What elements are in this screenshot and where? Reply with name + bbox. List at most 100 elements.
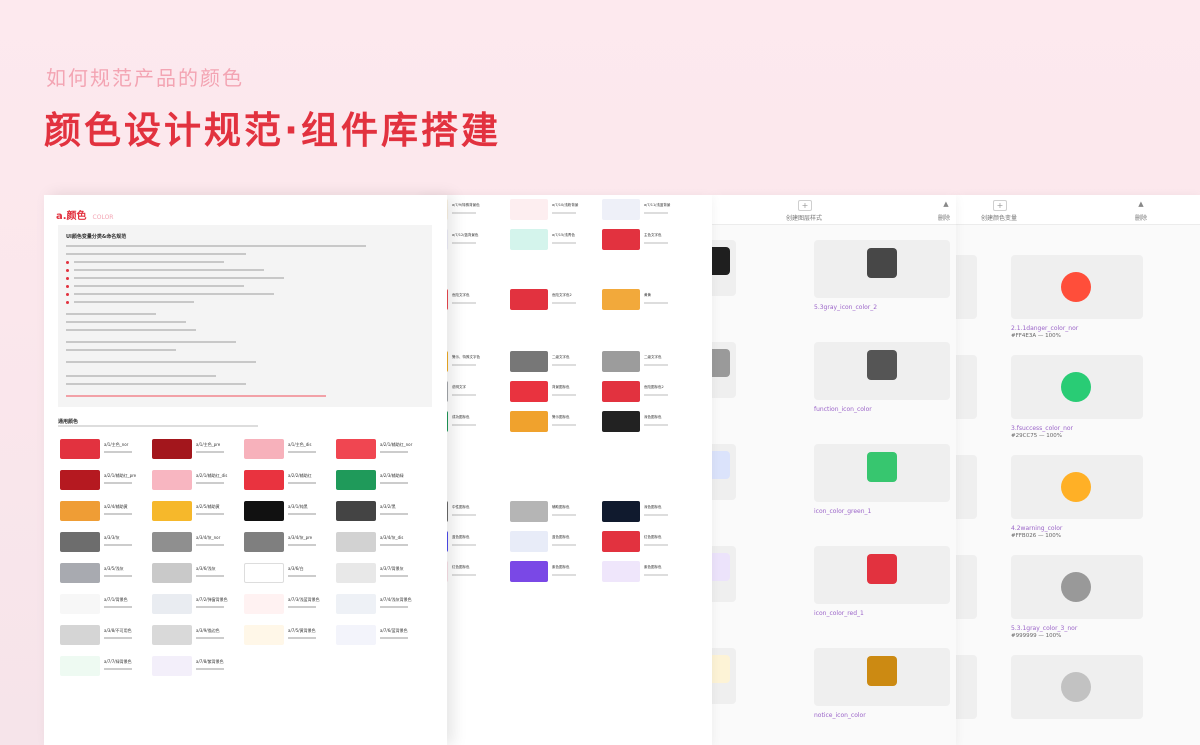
variable-card-partial[interactable] [955, 455, 977, 519]
color-swatch [602, 289, 640, 310]
style-name[interactable]: 5.3gray_icon_color_2 [814, 304, 877, 311]
swatch-label: a/7/8/紫背景色 [196, 659, 224, 664]
delete-label[interactable]: 删除 [938, 213, 950, 222]
guide-bullet [66, 268, 69, 272]
variable-value: #FFB026 — 100% [1011, 533, 1061, 539]
swatch-subline [644, 544, 668, 546]
swatch-subline [644, 364, 668, 366]
delete-label[interactable]: 删除 [1135, 213, 1147, 222]
delete-icon[interactable]: ▲ [1135, 200, 1147, 210]
guide-text-line [66, 313, 156, 315]
swatch-subline [288, 482, 316, 484]
add-variable-button[interactable]: + [993, 200, 1007, 211]
swatch-subline [552, 302, 576, 304]
variable-card-partial[interactable] [955, 655, 977, 719]
color-swatch [510, 351, 548, 372]
guide-text-line [74, 301, 194, 303]
style-preview [712, 655, 730, 683]
swatch-subline [552, 514, 576, 516]
swatch-subline [288, 637, 316, 639]
color-swatch [244, 625, 284, 645]
variable-name[interactable]: 4.2warning_color [1011, 525, 1062, 532]
swatch-label: 紫色图标色 [644, 565, 662, 569]
swatch-subline [452, 242, 476, 244]
color-swatch [60, 656, 100, 676]
color-swatch [510, 531, 548, 552]
color-swatch [510, 411, 548, 432]
style-name[interactable]: icon_color_green_1 [814, 508, 871, 515]
section-name: a.颜色 [56, 211, 87, 222]
swatch-label: a/3/6/浅灰 [196, 566, 216, 571]
variables-toolbar: + 创建颜色变量 ▲ 删除 [955, 195, 1200, 225]
swatch-label: 危险图标色2 [644, 385, 664, 389]
style-preview [712, 451, 730, 479]
style-name[interactable]: icon_color_red_1 [814, 610, 864, 617]
style-preview [867, 350, 897, 380]
swatch-subline [452, 514, 476, 516]
color-swatch [60, 594, 100, 614]
color-swatch [336, 625, 376, 645]
style-name[interactable]: notice_icon_color [814, 712, 866, 719]
swatch-label: 说明文字 [452, 385, 466, 389]
swatch-subline [552, 544, 576, 546]
variable-card-partial[interactable] [955, 355, 977, 419]
swatch-label: 主色文字色 [644, 233, 662, 237]
add-style-label: 创建图层样式 [786, 215, 823, 222]
swatch-label: a/3/7/背景灰 [380, 566, 404, 571]
swatch-subline [452, 544, 476, 546]
swatch-subline [288, 606, 316, 608]
swatch-label: 蓝色图标色 [552, 535, 570, 539]
swatch-subline [104, 513, 132, 515]
swatch-subline [452, 574, 476, 576]
swatch-label: a/3/2/黑 [380, 504, 396, 509]
swatch-label: a/7/15/浅青色 [552, 233, 575, 237]
delete-icon[interactable]: ▲ [940, 200, 952, 210]
swatch-subline [644, 424, 668, 426]
color-swatch [336, 439, 376, 459]
variable-card-partial[interactable] [955, 255, 977, 319]
swatch-subline [104, 575, 132, 577]
color-swatch [602, 381, 640, 402]
color-swatch [510, 381, 548, 402]
swatch-subline [552, 424, 576, 426]
variable-name[interactable]: 2.1.1danger_color_nor [1011, 325, 1078, 332]
style-preview [712, 349, 730, 377]
swatch-label: a/7/3/浅蓝背景色 [288, 597, 320, 602]
swatch-label: a/3/4/灰_pre [288, 535, 313, 540]
variable-name[interactable]: 3.fsuccess_color_nor [1011, 425, 1073, 432]
swatch-label: 红色图标色 [644, 535, 662, 539]
guide-bullet [66, 276, 69, 280]
swatch-label: a/7/4/浅灰背景色 [380, 597, 412, 602]
add-style-button[interactable]: + [798, 200, 812, 211]
variable-card-partial[interactable] [955, 555, 977, 619]
swatch-label: a/1/主色_pre [196, 442, 221, 447]
swatch-subline [452, 394, 476, 396]
swatch-subline [288, 544, 316, 546]
color-swatch [602, 411, 640, 432]
swatch-subline [452, 302, 476, 304]
swatch-label: 危险文字色 [452, 293, 470, 297]
swatch-subline [104, 606, 132, 608]
swatch-subline [552, 212, 576, 214]
swatch-label: a/2/1/辅助红_pre [104, 473, 137, 478]
variable-value: #999999 — 100% [1011, 633, 1062, 639]
color-swatch [244, 439, 284, 459]
color-swatch [244, 470, 284, 490]
swatch-label: 中性图标色 [452, 505, 470, 509]
swatch-label: a/3/1/纯黑 [288, 504, 308, 509]
naming-guide-box: UI颜色变量分类&命名规范 [58, 225, 432, 407]
guide-text-line [66, 383, 246, 385]
color-swatch [60, 625, 100, 645]
guide-text-line [66, 361, 256, 363]
swatch-subline [380, 544, 408, 546]
swatch-label: a/3/9/描边色 [196, 628, 220, 633]
swatch-subline [196, 637, 224, 639]
swatch-subline [380, 513, 408, 515]
variable-name[interactable]: 5.3.1gray_color_3_nor [1011, 625, 1077, 632]
swatch-label: a/7/9/特殊背景色 [452, 203, 480, 207]
color-swatch [602, 561, 640, 582]
style-name[interactable]: function_icon_color [814, 406, 872, 413]
swatch-subline [644, 302, 668, 304]
variable-value: #29CC75 — 100% [1011, 433, 1063, 439]
swatch-subline [196, 668, 224, 670]
